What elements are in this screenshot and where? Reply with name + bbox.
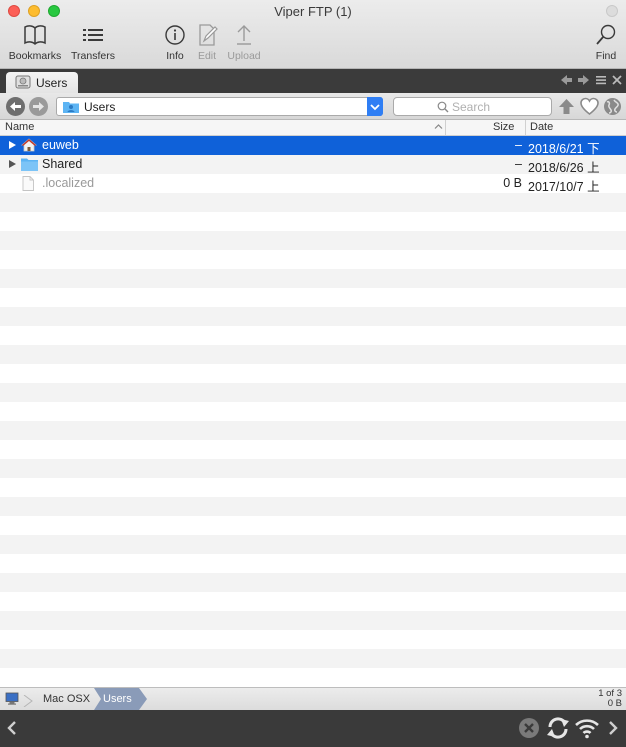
search-icon <box>437 101 449 116</box>
path-selector[interactable]: Users <box>56 97 383 116</box>
column-divider[interactable] <box>525 120 526 135</box>
edit-label: Edit <box>197 50 217 62</box>
search-field[interactable] <box>393 97 552 116</box>
expand-right-icon[interactable] <box>607 720 619 739</box>
file-name: Shared <box>42 157 83 171</box>
favorite-button[interactable] <box>580 97 599 116</box>
upload-button[interactable]: Upload <box>225 24 263 66</box>
find-label: Find <box>595 50 617 62</box>
crumb-mac-osx[interactable]: Mac OSX <box>43 688 90 710</box>
table-row[interactable]: Shared – 2018/6/26 上 <box>0 155 626 175</box>
transfer-list-icon <box>68 24 118 50</box>
fullscreen-button[interactable] <box>606 5 618 17</box>
tab-menu-icon[interactable] <box>595 74 606 89</box>
home-folder-icon <box>20 138 38 155</box>
navigation-bar: Users <box>0 93 626 120</box>
upload-arrow-icon <box>225 24 263 50</box>
table-row[interactable]: .localized 0 B 2017/10/7 上 <box>0 174 626 194</box>
arrow-left-icon <box>10 102 21 111</box>
column-divider[interactable] <box>445 120 446 135</box>
tab-prev-icon[interactable] <box>560 74 572 89</box>
ftp-window: Viper FTP (1) Bookmarks Transfers Info E… <box>0 0 626 747</box>
forward-button[interactable] <box>29 97 48 116</box>
file-date: 2017/10/7 上 <box>528 180 600 194</box>
find-button[interactable]: Find <box>591 24 621 66</box>
title-toolbar: Viper FTP (1) Bookmarks Transfers Info E… <box>0 0 626 69</box>
back-button[interactable] <box>6 97 25 116</box>
web-browser-button[interactable] <box>603 97 622 116</box>
date-column-header[interactable]: Date <box>530 121 553 133</box>
file-list[interactable]: euweb – 2018/6/21 下 Shared – 2018/6/26 上 <box>0 136 626 687</box>
info-label: Info <box>166 50 184 62</box>
file-size: – <box>515 157 522 171</box>
wifi-connection-icon[interactable] <box>574 716 600 743</box>
tab-bar: Users <box>0 69 626 93</box>
upload-label: Upload <box>227 50 261 62</box>
column-header: Name Size Date <box>0 120 626 136</box>
file-name: euweb <box>42 138 79 152</box>
bookmarks-button[interactable]: Bookmarks <box>6 24 64 66</box>
computer-icon[interactable] <box>5 688 19 710</box>
sync-icon[interactable] <box>545 716 571 743</box>
info-icon <box>160 24 190 50</box>
crumb-users[interactable]: Users <box>94 688 147 710</box>
bottom-bar <box>0 710 626 747</box>
sort-ascending-icon <box>434 122 443 134</box>
tab-next-icon[interactable] <box>578 74 590 89</box>
book-icon <box>6 24 64 50</box>
disconnect-icon[interactable] <box>518 717 540 742</box>
selection-size: 0 B <box>607 698 622 709</box>
document-icon <box>21 176 35 194</box>
edit-button[interactable]: Edit <box>193 24 221 66</box>
path-bar: Mac OSX Users 1 of 3 0 B <box>0 687 626 710</box>
name-column-header[interactable]: Name <box>5 121 34 133</box>
tab-close-icon[interactable] <box>612 74 622 89</box>
heart-icon <box>580 97 599 116</box>
arrow-up-icon <box>559 99 574 114</box>
users-folder-icon <box>63 100 79 116</box>
edit-document-icon <box>193 24 221 50</box>
file-name: .localized <box>42 176 95 190</box>
magnifier-icon <box>591 24 621 50</box>
size-column-header[interactable]: Size <box>493 121 514 133</box>
folder-icon <box>21 157 38 174</box>
arrow-right-icon <box>33 102 44 111</box>
globe-icon <box>604 98 621 115</box>
disclosure-triangle-icon[interactable] <box>9 141 16 149</box>
search-input[interactable] <box>452 99 547 114</box>
info-button[interactable]: Info <box>160 24 190 66</box>
bookmarks-label: Bookmarks <box>8 50 62 62</box>
tab-users[interactable]: Users <box>6 72 78 93</box>
hard-drive-icon <box>15 75 31 92</box>
transfers-label: Transfers <box>71 50 115 62</box>
collapse-left-icon[interactable] <box>6 720 18 739</box>
disclosure-triangle-icon[interactable] <box>9 160 16 168</box>
chevron-down-icon[interactable] <box>367 97 383 116</box>
crumb-users-label: Users <box>103 693 132 705</box>
parent-folder-button[interactable] <box>557 97 576 116</box>
tab-label: Users <box>36 76 68 90</box>
table-row[interactable]: euweb – 2018/6/21 下 <box>0 136 626 156</box>
window-title: Viper FTP (1) <box>274 4 352 19</box>
transfers-button[interactable]: Transfers <box>68 24 118 66</box>
file-size: 0 B <box>503 176 522 190</box>
current-path: Users <box>84 100 116 114</box>
tab-controls <box>558 74 622 88</box>
crumb-separator-icon <box>22 693 34 708</box>
selection-counts: 1 of 3 0 B <box>598 689 622 709</box>
file-size: – <box>515 138 522 152</box>
